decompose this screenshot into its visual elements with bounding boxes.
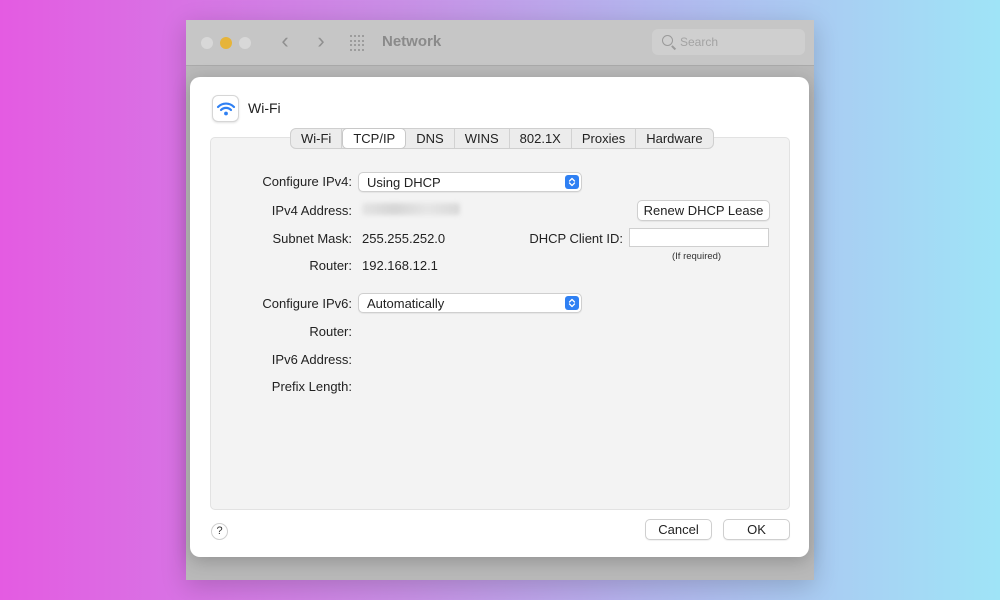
sheet-title: Wi-Fi — [248, 100, 281, 116]
dhcp-client-id-label: DHCP Client ID: — [529, 231, 623, 246]
client-id-hint: (If required) — [672, 251, 722, 262]
configure-ipv4-popup[interactable]: Using DHCP — [358, 172, 582, 192]
configure-ipv4-label: Configure IPv4: — [262, 174, 352, 189]
ipv6-router-label: Router: — [309, 324, 352, 339]
search-icon — [662, 35, 673, 46]
minimize-button[interactable] — [220, 37, 232, 49]
zoom-button[interactable] — [239, 37, 251, 49]
wifi-icon — [212, 95, 239, 122]
router-value: 192.168.12.1 — [362, 258, 438, 273]
dhcp-client-id-field[interactable] — [629, 228, 769, 247]
popup-stepper-icon — [565, 175, 579, 189]
configure-ipv6-value: Automatically — [367, 296, 445, 311]
close-button[interactable] — [201, 37, 213, 49]
window-title: Network — [382, 33, 442, 50]
search-field[interactable] — [652, 29, 805, 55]
settings-panel — [210, 137, 790, 510]
tab-hardware[interactable]: Hardware — [636, 129, 712, 148]
search-input[interactable] — [680, 33, 798, 51]
tab-proxies[interactable]: Proxies — [572, 129, 637, 148]
forward-chevron-icon[interactable]: › — [310, 30, 332, 53]
tab-8021x[interactable]: 802.1X — [510, 129, 572, 148]
renew-dhcp-lease-button[interactable]: Renew DHCP Lease — [637, 200, 770, 221]
ipv4-address-value-redacted — [362, 203, 460, 215]
back-chevron-icon[interactable]: ‹ — [274, 30, 296, 53]
popup-stepper-icon — [565, 296, 579, 310]
tab-dns[interactable]: DNS — [406, 129, 455, 148]
prefix-length-label: Prefix Length: — [271, 379, 352, 394]
show-all-grid-icon[interactable] — [350, 35, 366, 51]
router-label: Router: — [309, 258, 352, 273]
tab-tcpip[interactable]: TCP/IP — [342, 128, 407, 149]
title-bar: ‹ › Network — [186, 20, 814, 66]
configure-ipv4-value: Using DHCP — [367, 175, 441, 190]
tab-wifi[interactable]: Wi-Fi — [291, 129, 343, 148]
tcpip-sheet: Wi-Fi Wi-Fi TCP/IP DNS WINS 802.1X Proxi… — [190, 77, 809, 557]
help-button[interactable]: ? — [211, 523, 228, 540]
cancel-button[interactable]: Cancel — [645, 519, 712, 540]
configure-ipv6-popup[interactable]: Automatically — [358, 293, 582, 313]
ipv6-address-label: IPv6 Address: — [271, 352, 352, 367]
ipv4-address-label: IPv4 Address: — [271, 203, 352, 218]
subnet-mask-value: 255.255.252.0 — [362, 231, 446, 246]
subnet-mask-label: Subnet Mask: — [272, 231, 353, 246]
configure-ipv6-label: Configure IPv6: — [262, 296, 352, 311]
ok-button[interactable]: OK — [723, 519, 790, 540]
tab-wins[interactable]: WINS — [455, 129, 510, 148]
tab-bar: Wi-Fi TCP/IP DNS WINS 802.1X Proxies Har… — [290, 128, 714, 149]
